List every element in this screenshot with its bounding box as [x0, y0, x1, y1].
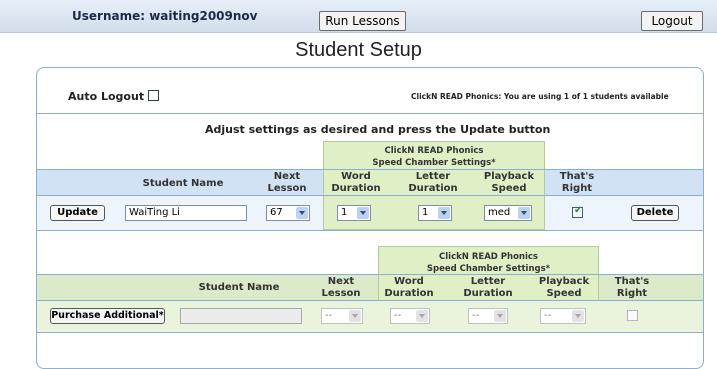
purchase-playback-speed-select: --: [540, 308, 586, 324]
purchase-additional-button[interactable]: Purchase Additional*: [50, 308, 165, 324]
divider-student-row: [37, 230, 703, 231]
auto-logout-label: Auto Logout: [68, 90, 145, 103]
purchase-speed-chamber-title: ClickN READ Phonics Speed Chamber Settin…: [378, 251, 599, 275]
chevron-down-icon: [438, 207, 450, 219]
column-next-lesson: Next Lesson: [261, 171, 313, 195]
purchase-thats-right-checkbox: [627, 310, 638, 321]
column-playback-speed-line2: Speed: [491, 183, 527, 194]
purchase-column-thats-right: That's Right: [607, 276, 657, 300]
student-name-input[interactable]: WaiTing Li: [125, 205, 247, 221]
speed-chamber-title-line1: ClickN READ Phonics: [384, 146, 484, 156]
purchase-column-letter-duration-line2: Duration: [463, 288, 513, 299]
column-letter-duration-line2: Duration: [408, 183, 458, 194]
username-label: Username: waiting2009nov: [72, 9, 258, 23]
chevron-down-icon: [494, 310, 506, 322]
chevron-down-icon: [518, 207, 530, 219]
purchase-column-next-lesson-line1: Next: [327, 276, 355, 287]
purchase-column-word-duration-line1: Word: [394, 276, 424, 287]
purchase-next-lesson-select: --: [321, 308, 363, 324]
column-student-name: Student Name: [142, 178, 224, 189]
thats-right-checkbox[interactable]: ✔: [572, 205, 583, 218]
speed-chamber-title: ClickN READ Phonics Speed Chamber Settin…: [323, 145, 545, 169]
run-lessons-button[interactable]: Run Lessons: [319, 11, 406, 31]
purchase-word-duration-select: --: [390, 308, 430, 324]
purchase-column-playback-speed-line2: Speed: [546, 288, 582, 299]
divider-purchase-row: [37, 332, 703, 333]
chevron-down-icon: [349, 310, 361, 322]
purchase-column-next-lesson: Next Lesson: [315, 276, 367, 300]
column-thats-right-line1: That's: [559, 171, 595, 182]
purchase-speed-chamber-title-line1: ClickN READ Phonics: [439, 252, 538, 262]
purchase-column-playback-speed-line1: Playback: [538, 276, 590, 287]
purchase-student-name-input: [180, 308, 302, 324]
purchase-column-student-name: Student Name: [198, 282, 280, 293]
purchase-column-thats-right-line1: That's: [614, 276, 650, 287]
column-next-lesson-line1: Next: [273, 171, 301, 182]
next-lesson-value: 67: [270, 207, 283, 218]
purchase-column-letter-duration-line1: Letter: [470, 276, 506, 287]
purchase-column-next-lesson-line2: Lesson: [321, 288, 361, 299]
purchase-word-duration-value: --: [394, 310, 402, 321]
chevron-down-icon: [357, 207, 369, 219]
column-word-duration-line2: Duration: [331, 183, 381, 194]
top-bar: Username: waiting2009nov Run Lessons Log…: [0, 0, 717, 34]
usage-status-text: ClickN READ Phonics: You are using 1 of …: [411, 92, 669, 101]
chevron-down-icon: [572, 310, 584, 322]
column-next-lesson-line2: Lesson: [267, 183, 307, 194]
playback-speed-select[interactable]: med: [484, 205, 532, 221]
letter-duration-select[interactable]: 1: [418, 205, 452, 221]
column-word-duration: Word Duration: [325, 171, 387, 195]
chevron-down-icon: [296, 207, 308, 219]
purchase-column-word-duration-line2: Duration: [384, 288, 434, 299]
checkmark-icon: ✔: [574, 205, 583, 216]
playback-speed-value: med: [488, 207, 511, 218]
purchase-playback-speed-value: --: [544, 310, 552, 321]
purchase-column-letter-duration: Letter Duration: [455, 276, 521, 300]
column-playback-speed-line1: Playback: [483, 171, 535, 182]
purchase-column-word-duration: Word Duration: [379, 276, 439, 300]
divider-top: [37, 113, 703, 114]
column-thats-right: That's Right: [552, 171, 602, 195]
column-word-duration-line1: Word: [341, 171, 371, 182]
update-button[interactable]: Update: [50, 205, 105, 221]
divider-header-top: [37, 169, 703, 170]
logout-button[interactable]: Logout: [641, 11, 703, 31]
column-thats-right-line2: Right: [561, 183, 593, 194]
letter-duration-value: 1: [422, 207, 429, 218]
purchase-column-thats-right-line2: Right: [616, 288, 648, 299]
word-duration-value: 1: [341, 207, 348, 218]
next-lesson-select[interactable]: 67: [266, 205, 310, 221]
purchase-letter-duration-select: --: [468, 308, 508, 324]
divider-purchase-header-top: [37, 274, 703, 275]
purchase-column-playback-speed: Playback Speed: [532, 276, 596, 300]
delete-button[interactable]: Delete: [631, 205, 679, 221]
column-playback-speed: Playback Speed: [476, 171, 542, 195]
chevron-down-icon: [416, 310, 428, 322]
auto-logout-checkbox[interactable]: [148, 90, 159, 101]
purchase-next-lesson-value: --: [325, 310, 333, 321]
purchase-letter-duration-value: --: [472, 310, 480, 321]
instructions-text: Adjust settings as desired and press the…: [205, 123, 551, 136]
word-duration-select[interactable]: 1: [337, 205, 371, 221]
student-setup-panel: Auto Logout ClickN READ Phonics: You are…: [36, 67, 704, 369]
page-title: Student Setup: [295, 39, 422, 61]
speed-chamber-title-line2: Speed Chamber Settings*: [372, 158, 496, 168]
column-letter-duration: Letter Duration: [400, 171, 466, 195]
column-letter-duration-line1: Letter: [415, 171, 451, 182]
